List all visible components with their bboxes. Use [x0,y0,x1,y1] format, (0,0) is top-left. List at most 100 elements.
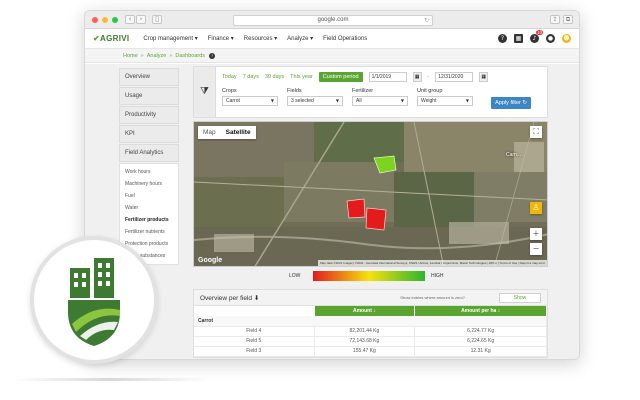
amount-cell: 82,201.44 Kg [314,326,416,337]
agrivi-logo[interactable]: ✔AGRIVI [93,34,129,43]
chat-icon[interactable]: ● [546,34,555,43]
field-name-cell: Field 5 [194,336,315,347]
sidebar-sub-fertilizer-products[interactable]: Fertilizer products [120,214,178,226]
crops-select[interactable]: Carrot ▼ [222,96,278,106]
help-circle-icon[interactable]: ? [209,53,216,59]
legend-high-label: HIGH [431,273,444,279]
date-to-input[interactable]: 12/31/2020 [435,72,474,82]
chevron-down-icon: ▼ [465,98,469,103]
map-attribution[interactable]: Map data ©2021 Imagery ©2021 , Aerodata … [318,260,547,266]
fullscreen-icon[interactable]: ⛶ [530,126,542,138]
table-row: Field 5 72,143.68 Kg 6,224.65 Kg [194,336,547,347]
unit-group-label: Unit group [417,88,443,94]
map-town-label: Carn... [506,152,522,158]
sidebar-item-field-analytics[interactable]: Field Analytics [119,144,179,162]
table-row: Field 3 155.47 Kg 12.31 Kg [194,346,547,357]
notification-badge: 10 [535,30,543,35]
satellite-map[interactable]: Map Satellite ⛶ ♙ + − Carn... Google Map… [193,121,548,267]
show-toggle-button[interactable]: Show [499,293,541,303]
url-text: google.com [317,17,349,23]
period-custom[interactable]: Custom period [318,72,363,82]
unit-group-select[interactable]: Weight ▼ [417,96,473,106]
sidebar-sub-work-hours[interactable]: Work hours [120,166,178,178]
minimize-dot[interactable] [102,16,108,23]
main-area: Overview Usage Productivity KPI Field An… [85,64,579,359]
zero-entries-question: Show entries where amount is zero? [400,295,465,300]
color-legend: LOW HIGH [193,267,548,289]
address-bar[interactable]: google.com ↻ [233,15,433,26]
map-imagery [194,122,547,266]
close-dot[interactable] [92,16,98,23]
farm-buildings-icon [68,258,120,346]
table-header-amount-per-ha[interactable]: Amount per ha ↕ [414,306,547,316]
badge-shadow [12,378,208,381]
browser-window: ‹ › ▯ google.com ↻ ⇪ ⧉ ✔AGRIVI Crop mana… [84,10,580,360]
menu-analyze[interactable]: Analyze ▾ [287,35,313,42]
menu-resources[interactable]: Resources ▾ [244,35,277,42]
sidebar-sub-machinery-hours[interactable]: Machinery hours [120,178,178,190]
back-icon[interactable]: ‹ [125,15,135,24]
sidebar-toggle-icon[interactable]: ▯ [152,15,162,24]
field-name-cell: Field 4 [194,326,315,337]
user-avatar[interactable]: ☻ [562,34,571,43]
calendar-from-icon[interactable]: ▦ [412,72,422,82]
sidebar-sub-water[interactable]: Water [120,202,178,214]
filter-icon[interactable]: ⧩ [194,67,216,117]
sidebar-item-overview[interactable]: Overview [119,68,179,86]
browser-toolbar: ‹ › ▯ google.com ↻ ⇪ ⧉ [85,11,579,29]
sidebar: Overview Usage Productivity KPI Field An… [119,68,179,265]
zoom-out-button[interactable]: − [530,243,542,255]
chevron-down-icon: ▼ [335,98,339,103]
legend-gradient-bar [313,271,425,281]
table-header-field [194,306,315,316]
sidebar-sub-fuel[interactable]: Fuel [120,190,178,202]
period-this-year[interactable]: This year [290,74,313,80]
period-7-days[interactable]: 7 days [243,74,259,80]
forward-icon[interactable]: › [136,15,146,24]
breadcrumb: Home» Analyze» Dashboards? [85,49,579,63]
calendar-icon[interactable]: ▦ [514,34,523,43]
breadcrumb-dashboards[interactable]: Dashboards [175,53,205,59]
amount-cell: 72,143.68 Kg [314,336,416,347]
tabs-icon[interactable]: ⧉ [563,15,573,24]
menu-crop-management[interactable]: Crop management ▾ [143,35,197,42]
google-logo: Google [198,257,223,264]
apply-filter-button[interactable]: Apply filter ↻ [491,97,531,109]
map-tab-satellite[interactable]: Satellite [221,126,256,139]
breadcrumb-home[interactable]: Home [123,53,138,59]
filter-panel: ⧩ Today 7 days 30 days This year Custom … [193,66,548,118]
reload-icon[interactable]: ↻ [424,16,429,25]
table-row: Field 4 82,201.44 Kg 6,224.77 Kg [194,326,547,337]
period-30-days[interactable]: 30 days [265,74,284,80]
dashboard-content: ⧩ Today 7 days 30 days This year Custom … [193,66,548,358]
crops-label: Crops [222,88,237,94]
help-icon[interactable]: ? [498,34,507,43]
amount-per-ha-cell: 6,224.65 Kg [414,336,547,347]
date-from-input[interactable]: 1/1/2019 [368,72,407,82]
agrivi-emblem-badge [30,236,158,364]
sidebar-item-productivity[interactable]: Productivity [119,106,179,124]
menu-field-operations[interactable]: Field Operations [323,36,367,42]
sidebar-sub-fertilizer-nutrients[interactable]: Fertilizer nutrients [120,226,178,238]
overview-title[interactable]: Overview per field ⬇ [200,294,259,302]
calendar-to-icon[interactable]: ▦ [479,72,489,82]
bell-icon[interactable]: ♪ 10 [530,30,543,43]
share-icon[interactable]: ⇪ [550,15,560,24]
chevron-down-icon: ▼ [270,98,274,103]
menu-finance[interactable]: Finance ▾ [208,35,234,42]
period-today[interactable]: Today [222,74,237,80]
amount-per-ha-cell: 12.31 Kg [414,346,547,357]
fields-select[interactable]: 3 selected ▼ [287,96,343,106]
maximize-dot[interactable] [112,16,118,23]
map-tab-map[interactable]: Map [198,126,221,139]
table-group-row: Carrot [194,316,547,327]
overview-panel: Overview per field ⬇ Show entries where … [193,289,548,358]
sidebar-item-usage[interactable]: Usage [119,87,179,105]
fertilizer-select[interactable]: All ▼ [352,96,408,106]
zoom-in-button[interactable]: + [530,228,542,240]
table-header-amount[interactable]: Amount ↕ [314,306,416,316]
sidebar-item-kpi[interactable]: KPI [119,125,179,143]
breadcrumb-analyze[interactable]: Analyze [147,53,167,59]
pegman-icon[interactable]: ♙ [530,202,542,214]
chevron-down-icon: ▼ [400,98,404,103]
